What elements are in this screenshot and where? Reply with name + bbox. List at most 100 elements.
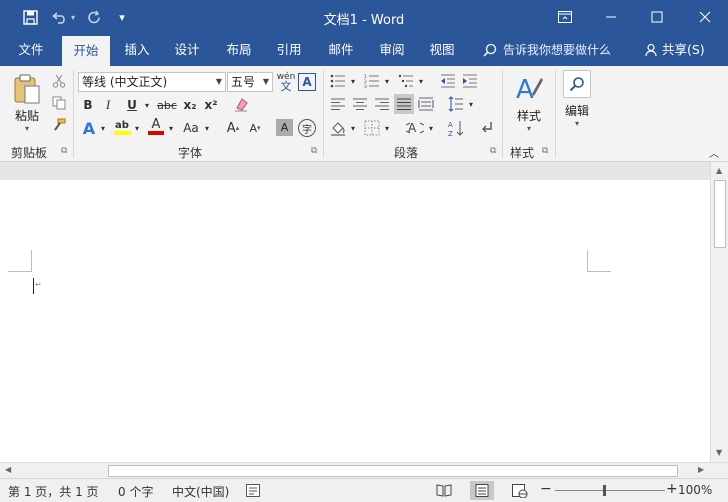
italic-button[interactable]: I [100,96,116,114]
word-count[interactable]: 0 个字 [118,483,153,500]
text-effects-button[interactable]: A [80,118,98,138]
shading-dropdown-icon[interactable]: ▾ [348,118,358,138]
tab-insert[interactable]: 插入 [116,34,158,66]
align-center-icon[interactable] [350,95,370,113]
font-launcher-icon[interactable]: ⧉ [311,146,317,156]
bullets-icon[interactable] [328,72,348,90]
underline-dropdown-icon[interactable]: ▾ [142,96,152,114]
subscript-button[interactable]: x₂ [182,96,198,114]
numbering-icon[interactable]: 123 [362,72,382,90]
borders-dropdown-icon[interactable]: ▾ [382,118,392,138]
clipboard-launcher-icon[interactable]: ⧉ [61,146,67,156]
shrink-font-button[interactable]: A ▾ [246,118,264,138]
zoom-slider-thumb[interactable] [603,485,606,496]
bold-button[interactable]: B [80,96,96,114]
zoom-in-button[interactable]: + [666,481,678,497]
vertical-scrollbar[interactable]: ▲ ▼ [710,162,728,462]
scroll-up-icon[interactable]: ▲ [716,166,722,175]
horizontal-scrollbar[interactable]: ◀ ▶ [0,462,728,478]
underline-button[interactable]: U [124,96,140,114]
justify-icon[interactable] [394,94,414,114]
shading-icon[interactable] [328,118,348,138]
bullets-dropdown-icon[interactable]: ▾ [348,72,358,90]
styles-launcher-icon[interactable]: ⧉ [542,146,548,156]
clear-formatting-icon[interactable] [232,95,250,113]
paste-dropdown-icon[interactable]: ▾ [8,124,46,133]
line-spacing-icon[interactable] [446,94,466,114]
close-icon[interactable] [682,0,728,34]
document-page[interactable]: ↵ [0,180,710,462]
distributed-align-icon[interactable] [416,95,436,113]
change-case-button[interactable]: Aa [180,118,202,138]
zoom-level[interactable]: 100% [678,483,712,497]
status-bar: 第 1 页，共 1 页 0 个字 中文(中国) − + 100% [0,478,728,502]
web-layout-icon[interactable] [512,484,528,501]
editing-button[interactable]: 编辑 ▾ [561,70,593,136]
highlight-dropdown-icon[interactable]: ▾ [132,118,142,138]
format-painter-icon[interactable] [50,116,68,134]
share-button[interactable]: 共享(S) [662,34,705,66]
lightbulb-search-icon[interactable] [483,43,497,60]
paragraph-launcher-icon[interactable]: ⧉ [490,146,496,156]
highlight-button[interactable]: ab [112,116,132,138]
tab-layout[interactable]: 布局 [218,34,260,66]
font-color-button[interactable]: A [146,116,166,138]
font-size-combo[interactable]: 五号 ▼ [227,72,273,92]
multilevel-list-icon[interactable] [396,72,416,90]
grow-font-button[interactable]: A ▴ [224,118,242,138]
align-right-icon[interactable] [372,95,392,113]
paste-button[interactable]: 粘贴 ▾ [8,72,46,136]
numbering-dropdown-icon[interactable]: ▾ [382,72,392,90]
tab-review[interactable]: 审阅 [371,34,413,66]
sort-icon[interactable]: AZ [446,118,466,138]
ribbon-display-icon[interactable] [542,0,588,34]
font-name-combo[interactable]: 等线 (中文正文) ▼ [78,72,226,92]
show-marks-icon[interactable] [478,118,498,138]
read-mode-icon[interactable] [436,484,452,500]
tab-home[interactable]: 开始 [62,36,110,68]
maximize-icon[interactable] [634,0,680,34]
multilevel-dropdown-icon[interactable]: ▾ [416,72,426,90]
horizontal-scroll-thumb[interactable] [108,465,678,477]
scroll-right-icon[interactable]: ▶ [698,465,704,474]
tab-view[interactable]: 视图 [421,34,463,66]
zoom-out-button[interactable]: − [540,481,552,497]
minimize-icon[interactable] [588,0,634,34]
tab-file[interactable]: 文件 [10,34,52,66]
chinese-layout-icon[interactable]: A [404,118,426,138]
increase-indent-icon[interactable] [460,72,480,90]
vertical-scroll-thumb[interactable] [714,180,726,248]
zoom-slider-track[interactable] [555,490,665,491]
tab-references[interactable]: 引用 [268,34,310,66]
char-border-button[interactable]: A [298,73,316,91]
editing-dropdown-icon[interactable]: ▾ [561,119,593,128]
cut-icon[interactable] [50,72,68,90]
char-shading-button[interactable]: A [276,119,293,136]
scroll-down-icon[interactable]: ▼ [716,448,722,457]
scroll-left-icon[interactable]: ◀ [5,465,11,474]
tell-me-input[interactable]: 告诉我你想要做什么 [503,34,611,66]
align-left-icon[interactable] [328,95,348,113]
change-case-dropdown-icon[interactable]: ▾ [202,118,212,138]
language-indicator[interactable]: 中文(中国) [172,483,229,500]
macro-record-icon[interactable] [246,484,260,500]
superscript-button[interactable]: x² [203,96,219,114]
ribbon-home: 粘贴 ▾ 剪贴板 ⧉ 等线 (中文正文) ▼ 五号 ▼ wén 文 A B I … [0,66,728,162]
styles-button[interactable]: A 样式 ▾ [508,72,550,138]
chinese-layout-dropdown-icon[interactable]: ▾ [426,118,436,138]
phonetic-guide-button[interactable]: wén 文 [276,70,296,94]
strikethrough-button[interactable]: abc [156,96,178,114]
decrease-indent-icon[interactable] [438,72,458,90]
styles-dropdown-icon[interactable]: ▾ [508,124,550,133]
page-count[interactable]: 第 1 页，共 1 页 [8,483,99,500]
tab-mailings[interactable]: 邮件 [320,34,362,66]
print-layout-icon[interactable] [470,481,494,500]
text-effects-dropdown-icon[interactable]: ▾ [98,118,108,138]
collapse-ribbon-icon[interactable]: ︿ [706,146,722,160]
font-color-dropdown-icon[interactable]: ▾ [166,118,176,138]
borders-icon[interactable] [362,118,382,138]
enclose-char-button[interactable]: 字 [298,119,316,137]
line-spacing-dropdown-icon[interactable]: ▾ [466,95,476,113]
copy-icon[interactable] [50,94,68,112]
tab-design[interactable]: 设计 [166,34,208,66]
